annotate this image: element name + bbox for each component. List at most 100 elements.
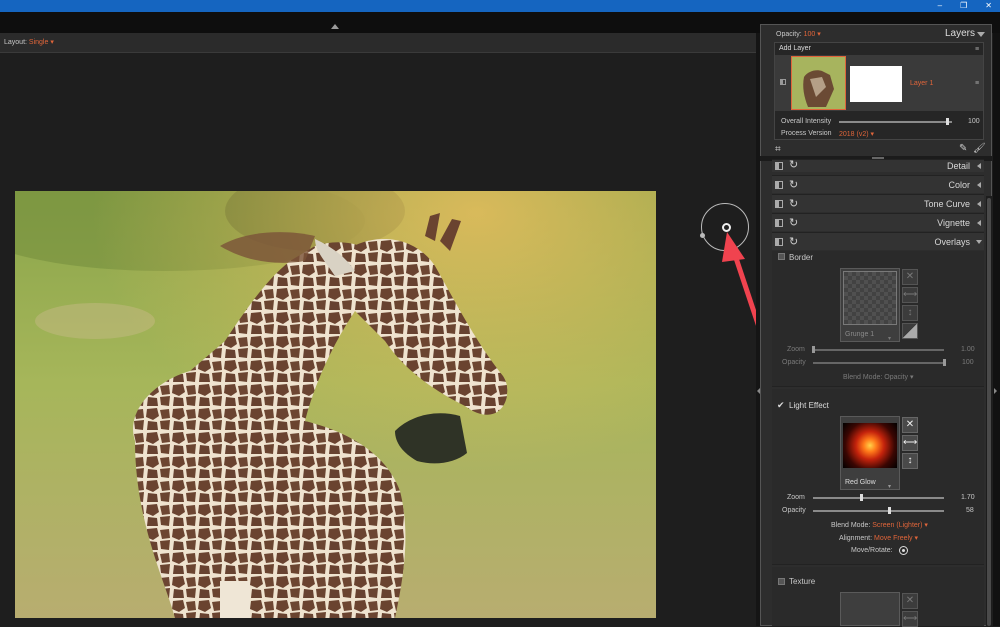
border-zoom-label: Zoom [787,346,805,353]
collapse-top-icon[interactable] [331,24,339,29]
visibility-icon[interactable] [780,79,786,85]
light-zoom-label: Zoom [787,494,805,501]
invert-icon[interactable] [902,323,918,339]
layer-name[interactable]: Layer 1 [910,80,933,87]
light-opacity-slider[interactable] [813,510,944,512]
layer-thumbnail[interactable] [791,56,846,110]
texture-label: Texture [789,577,816,586]
light-opacity-label: Opacity [782,507,806,514]
slider-knob[interactable] [946,118,950,125]
slider-knob[interactable] [812,346,815,353]
chevron-down-icon: ▾ [888,336,892,342]
shuffle-icon[interactable]: ✕ [902,593,918,609]
toggle-icon[interactable] [775,162,783,170]
light-zoom-value: 1.70 [961,494,975,501]
move-rotate-label: Move/Rotate: [851,547,893,554]
menu-icon[interactable]: ≡ [975,80,979,87]
process-version-dropdown[interactable]: 2018 (v2) ▾ [839,130,874,138]
chevron-down-icon[interactable]: ▾ [815,31,821,38]
sync-icon[interactable]: ↻ [789,158,798,172]
layer-mask-thumbnail[interactable] [850,66,902,102]
giraffe-thumbnail-icon [792,57,845,109]
section-title: Overlays [934,237,970,247]
section-overlays[interactable]: ↻ Overlays [772,232,984,250]
section-title: Tone Curve [923,199,970,209]
border-checkbox[interactable] [778,253,785,260]
border-opacity-slider[interactable] [813,362,944,364]
chevron-left-icon [977,220,981,226]
crop-icon[interactable]: ⌗ [775,144,781,155]
flip-horizontal-icon[interactable]: ⟷ [902,435,918,451]
right-edge-bar[interactable] [993,33,1000,626]
overall-intensity-label: Overall Intensity [781,118,832,125]
chevron-down-icon: ▾ [912,535,919,542]
move-handle-icon[interactable] [722,223,731,232]
shuffle-icon[interactable]: ✕ [902,417,918,433]
sync-icon[interactable]: ↻ [789,216,798,230]
flip-horizontal-icon[interactable]: ⟷ [902,287,918,303]
window-controls: – ❐ ✕ [938,0,992,12]
layout-dropdown[interactable]: Single [29,39,48,46]
scrollbar-thumb[interactable] [987,198,991,626]
rotate-handle-dot[interactable] [700,233,705,238]
flip-vertical-icon[interactable]: ↕ [902,305,918,321]
overall-intensity-value: 100 [968,118,980,125]
chevron-left-icon [977,182,981,188]
light-effect-checkbox[interactable]: ✔ [777,400,785,411]
toggle-icon[interactable] [775,200,783,208]
border-blend-label: Blend Mode: [843,374,883,381]
chevron-right-icon[interactable] [994,388,997,394]
section-color[interactable]: ↻ Color [772,175,984,193]
layers-title: Layers [945,28,976,39]
border-zoom-value: 1.00 [961,346,975,353]
sync-icon[interactable]: ↻ [789,235,798,249]
minimize-button[interactable]: – [938,0,942,12]
sync-icon[interactable]: ↻ [789,178,798,192]
border-opacity-label: Opacity [782,359,806,366]
restore-button[interactable]: ❐ [960,0,967,12]
section-detail[interactable]: ↻ Detail [772,159,984,172]
menu-icon[interactable]: ≡ [975,46,979,53]
chevron-down-icon: ▾ [922,522,928,529]
shuffle-icon[interactable]: ✕ [902,269,918,285]
slider-knob[interactable] [887,507,891,514]
chevron-down-icon[interactable] [977,32,985,37]
chevron-down-icon: ▾ [868,131,875,138]
flip-vertical-icon[interactable]: ↕ [902,453,918,469]
border-zoom-slider[interactable] [813,349,944,351]
border-blend-dropdown[interactable]: Opacity [884,374,908,381]
opacity-value[interactable]: 100 [804,31,816,38]
light-blend-dropdown[interactable]: Screen (Lighter) [872,522,922,529]
toggle-icon[interactable] [775,219,783,227]
red-glow-thumbnail [843,423,897,468]
brush-icon[interactable]: 🖌 [973,143,986,154]
slider-knob[interactable] [860,494,864,501]
section-tone-curve[interactable]: ↻ Tone Curve [772,194,984,212]
sync-icon[interactable]: ↻ [789,197,798,211]
photo-preview[interactable] [15,191,656,618]
section-title: Color [948,180,970,190]
toggle-icon[interactable] [775,238,783,246]
light-zoom-slider[interactable] [813,497,944,499]
slider-knob[interactable] [943,359,946,366]
texture-checkbox[interactable] [778,578,785,585]
border-preset-name: Grunge 1 [845,331,875,338]
flip-horizontal-icon[interactable]: ⟷ [902,611,918,627]
process-version-label: Process Version [781,130,832,137]
texture-preset-picker[interactable] [840,592,900,626]
light-alignment-dropdown[interactable]: Move Freely [874,535,913,542]
chevron-down-icon[interactable]: ▾ [48,39,54,46]
border-preset-thumbnail [843,271,897,325]
toggle-icon[interactable] [775,181,783,189]
section-vignette[interactable]: ↻ Vignette [772,213,984,231]
opacity-label: Opacity: 100 ▾ [776,31,821,38]
close-button[interactable]: ✕ [985,0,992,12]
light-blend-row: Blend Mode: Screen (Lighter) ▾ [831,521,928,529]
pencil-icon[interactable]: ✎ [959,143,967,154]
add-layer-button[interactable]: Add Layer [779,45,811,52]
chevron-down-icon: ▾ [888,484,892,490]
border-opacity-value: 100 [962,359,974,366]
target-icon[interactable] [899,546,908,555]
overall-intensity-slider[interactable] [839,121,952,123]
light-blend-label: Blend Mode: [831,522,871,529]
